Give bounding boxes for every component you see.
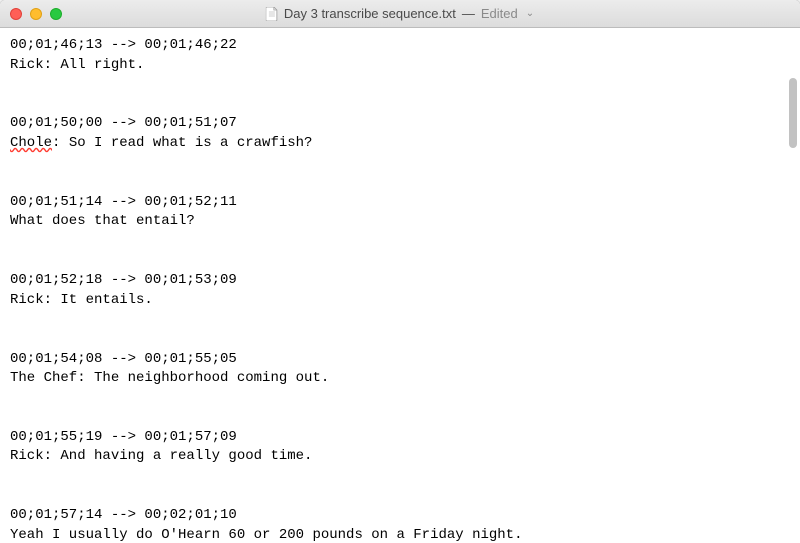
transcript-line: Chole: So I read what is a crawfish? bbox=[10, 134, 774, 154]
timecode-range: 00;01;54;08 --> 00;01;55;05 bbox=[10, 350, 774, 370]
window-controls bbox=[10, 8, 62, 20]
text-editor-window: Day 3 transcribe sequence.txt — Edited ⌄… bbox=[0, 0, 800, 543]
close-button[interactable] bbox=[10, 8, 22, 20]
transcript-line: Rick: It entails. bbox=[10, 291, 774, 311]
timecode-range: 00;01;50;00 --> 00;01;51;07 bbox=[10, 114, 774, 134]
document-icon bbox=[266, 7, 278, 21]
timecode-range: 00;01;55;19 --> 00;01;57;09 bbox=[10, 428, 774, 448]
scrollbar-thumb[interactable] bbox=[789, 78, 797, 148]
timecode-range: 00;01;52;18 --> 00;01;53;09 bbox=[10, 271, 774, 291]
edited-status-label: Edited bbox=[481, 6, 518, 21]
titlebar[interactable]: Day 3 transcribe sequence.txt — Edited ⌄ bbox=[0, 0, 800, 28]
maximize-button[interactable] bbox=[50, 8, 62, 20]
window-title[interactable]: Day 3 transcribe sequence.txt — Edited ⌄ bbox=[266, 6, 534, 21]
scrollbar-track[interactable] bbox=[784, 28, 800, 543]
transcript-line: The Chef: The neighborhood coming out. bbox=[10, 369, 774, 389]
text-content-area[interactable]: 00;01;46;13 --> 00;01;46;22Rick: All rig… bbox=[0, 28, 784, 543]
filename-label: Day 3 transcribe sequence.txt bbox=[284, 6, 456, 21]
transcript-line: Yeah I usually do O'Hearn 60 or 200 poun… bbox=[10, 526, 774, 543]
timecode-range: 00;01;46;13 --> 00;01;46;22 bbox=[10, 36, 774, 56]
minimize-button[interactable] bbox=[30, 8, 42, 20]
chevron-down-icon[interactable]: ⌄ bbox=[526, 8, 534, 19]
timecode-range: 00;01;51;14 --> 00;01;52;11 bbox=[10, 193, 774, 213]
transcript-line: What does that entail? bbox=[10, 212, 774, 232]
separator: — bbox=[462, 6, 475, 21]
content-wrap: 00;01;46;13 --> 00;01;46;22Rick: All rig… bbox=[0, 28, 800, 543]
timecode-range: 00;01;57;14 --> 00;02;01;10 bbox=[10, 506, 774, 526]
transcript-line: Rick: And having a really good time. bbox=[10, 447, 774, 467]
transcript-line: Rick: All right. bbox=[10, 56, 774, 76]
